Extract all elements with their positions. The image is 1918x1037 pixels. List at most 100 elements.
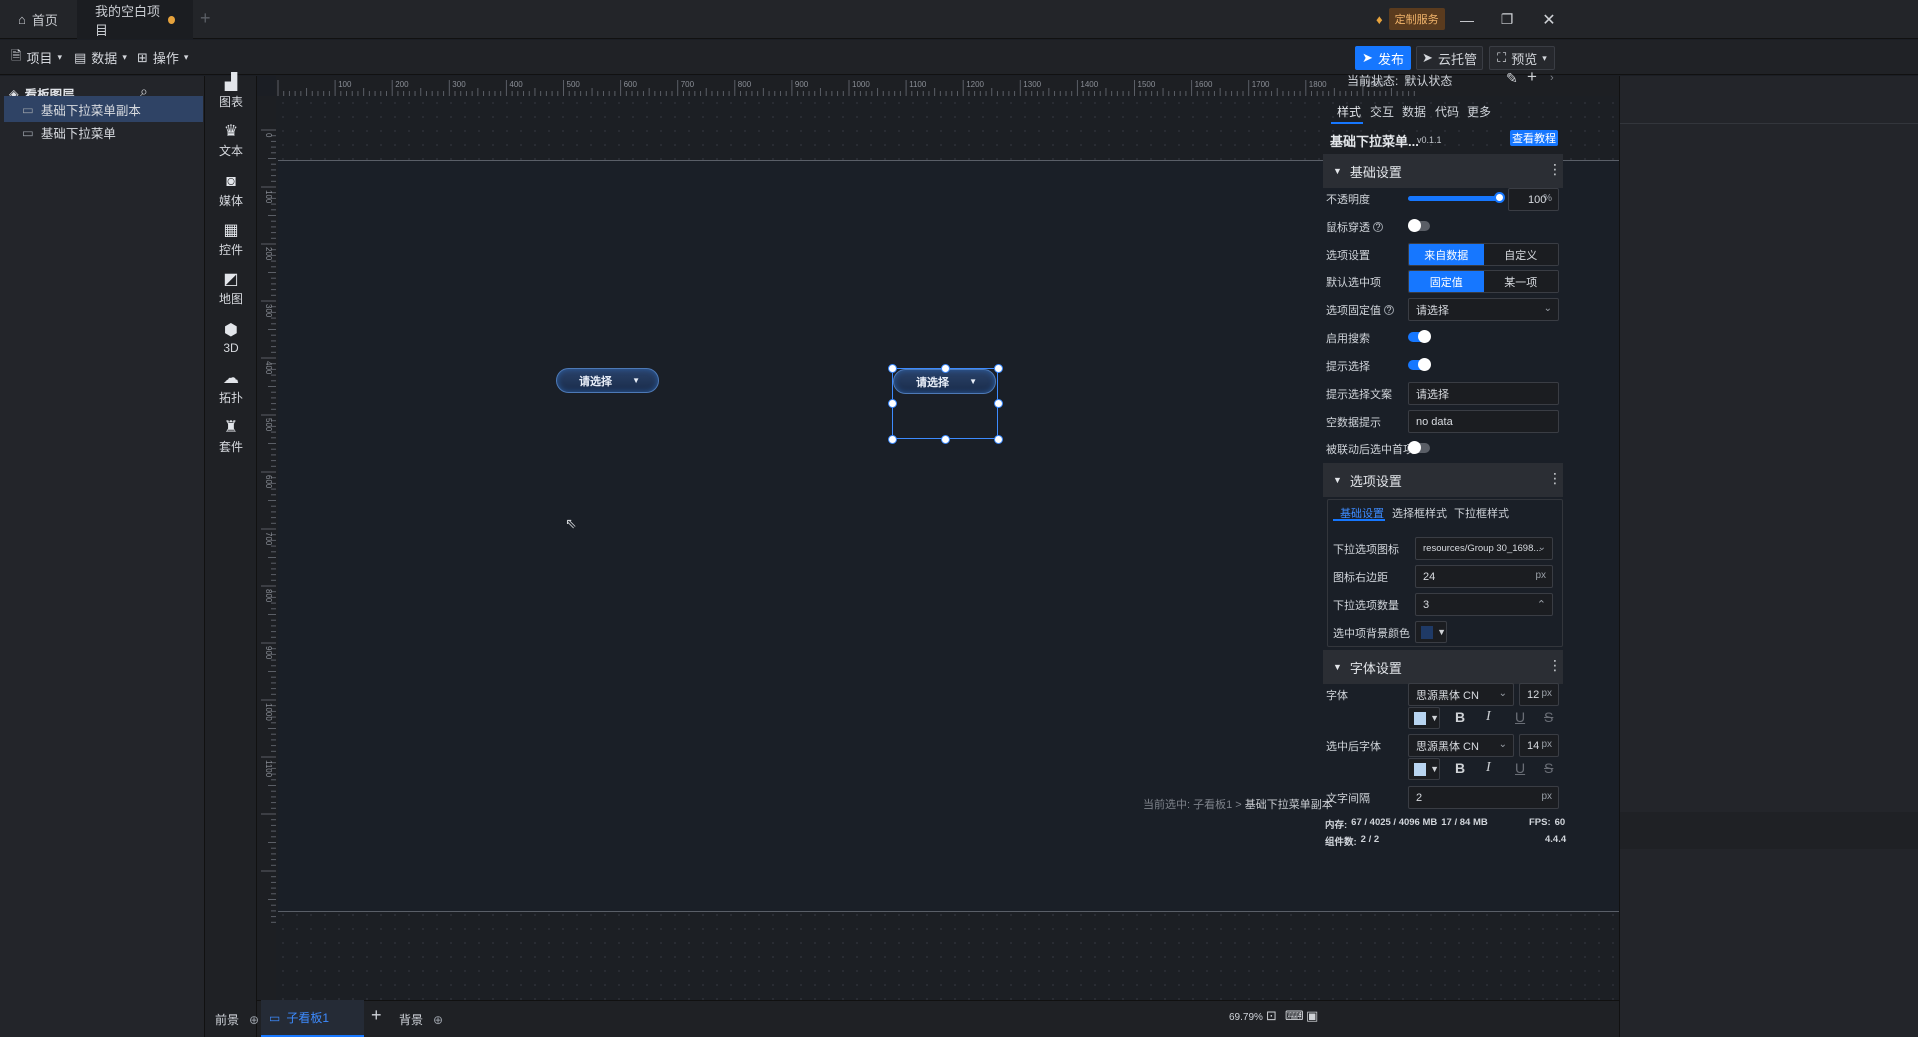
selected-font-family-select[interactable]: 思源黑体 CN ⌄ (1408, 734, 1514, 757)
tab-more[interactable]: 更多 (1467, 103, 1491, 120)
help-icon[interactable]: ? (1373, 222, 1383, 232)
opacity-slider-track[interactable] (1408, 192, 1505, 203)
bold-button[interactable]: B (1455, 760, 1465, 776)
default-fixed[interactable]: 固定值 (1409, 271, 1484, 292)
resize-handle[interactable] (994, 399, 1003, 408)
more-vertical-icon[interactable]: ⋮ (1548, 657, 1562, 674)
chevron-up-icon[interactable]: ⌃ (1537, 598, 1546, 611)
default-some[interactable]: 某一项 (1483, 271, 1558, 292)
ruler-label: 400 (509, 80, 523, 89)
italic-button[interactable]: I (1486, 709, 1491, 725)
opacity-slider-knob[interactable] (1494, 192, 1505, 203)
option-from-data[interactable]: 来自数据 (1409, 244, 1484, 265)
layer-item[interactable]: ▭ 基础下拉菜单 (4, 119, 203, 145)
font-color-picker[interactable]: ▼ (1408, 707, 1440, 729)
resize-handle[interactable] (941, 364, 950, 373)
tab-data[interactable]: 数据 (1402, 103, 1426, 120)
add-board-plus-icon[interactable]: + (371, 1005, 382, 1026)
new-tab-plus-icon[interactable]: + (200, 8, 211, 29)
terminal-icon[interactable]: ▣ (1306, 1008, 1318, 1024)
menu-data[interactable]: ▤ 数据 ▾ (74, 40, 127, 75)
tab-project[interactable]: 我的空白项目 (77, 0, 193, 39)
empty-data-input[interactable]: no data (1408, 410, 1559, 433)
breadcrumb-item[interactable]: 基础下拉菜单副本 (1245, 799, 1333, 811)
cloud-hosting-button[interactable]: ➤ 云托管 (1416, 46, 1483, 70)
hint-select-toggle[interactable] (1408, 358, 1431, 371)
tool-map[interactable]: ◩ 地图 (205, 266, 257, 312)
font-size-input[interactable]: 12 px (1519, 683, 1559, 706)
selected-font-color-picker[interactable]: ▼ (1408, 758, 1440, 780)
more-vertical-icon[interactable]: ⋮ (1548, 470, 1562, 487)
subtab-dropdown-style[interactable]: 下拉框样式 (1454, 505, 1509, 521)
tab-interaction[interactable]: 交互 (1370, 103, 1394, 120)
sub-board-tab[interactable]: ▭ 子看板1 (261, 1000, 364, 1037)
hint-text-input[interactable]: 请选择 (1408, 382, 1559, 405)
zoom-level[interactable]: 69.79% (1229, 1012, 1263, 1023)
strikethrough-button[interactable]: S (1544, 760, 1553, 776)
icon-margin-input[interactable]: 24 px (1415, 565, 1553, 588)
subtab-select-style[interactable]: 选择框样式 (1392, 505, 1447, 521)
preview-button[interactable]: ⛶ 预览 ▾ (1489, 46, 1555, 70)
view-tutorial-button[interactable]: 查看教程 (1510, 130, 1558, 146)
background-tab[interactable]: 背景 ⊕ (399, 1011, 443, 1028)
state-value[interactable]: 默认状态 (1404, 72, 1452, 89)
publish-button[interactable]: ➤ 发布 (1355, 46, 1411, 70)
underline-button[interactable]: U (1515, 760, 1525, 776)
chevron-right-icon[interactable]: › (1550, 72, 1554, 84)
tab-home[interactable]: ⌂ 首页 (0, 0, 77, 39)
resize-handle[interactable] (994, 435, 1003, 444)
keyboard-icon[interactable]: ⌨ (1285, 1008, 1304, 1024)
menu-project[interactable]: 🗎 项目 ▾ (11, 40, 62, 75)
tool-control[interactable]: ▦ 控件 (205, 217, 257, 263)
tab-style[interactable]: 样式 (1337, 103, 1361, 120)
option-count-stepper[interactable]: 3 ⌃ (1415, 593, 1553, 616)
linked-select-toggle[interactable] (1408, 441, 1430, 454)
enable-search-toggle[interactable] (1408, 330, 1431, 343)
resize-handle[interactable] (888, 399, 897, 408)
more-vertical-icon[interactable]: ⋮ (1548, 161, 1562, 178)
add-state-plus-icon[interactable]: + (1527, 67, 1537, 87)
ruler-label: 600 (624, 80, 638, 89)
tool-topology[interactable]: ☁ 拓扑 (205, 365, 257, 411)
breadcrumb-board[interactable]: 子看板1 (1193, 799, 1232, 811)
tool-chart[interactable]: ▟ 图表 (205, 69, 257, 115)
file-icon: 🗎 (11, 47, 22, 63)
section-font-header[interactable]: ▼ 字体设置 (1323, 650, 1563, 684)
custom-service-button[interactable]: ♦ 定制服务 (1376, 8, 1445, 30)
option-source-segment[interactable]: 来自数据 自定义 (1408, 243, 1559, 266)
edit-icon[interactable]: ✎ (1506, 70, 1518, 87)
mouse-through-toggle[interactable] (1408, 219, 1430, 232)
resize-handle[interactable] (888, 435, 897, 444)
font-family-select[interactable]: 思源黑体 CN ⌄ (1408, 683, 1514, 706)
underline-button[interactable]: U (1515, 709, 1525, 725)
strikethrough-button[interactable]: S (1544, 709, 1553, 725)
add-circle-icon[interactable]: ⊕ (433, 1013, 443, 1027)
selected-font-size-input[interactable]: 14 px (1519, 734, 1559, 757)
opacity-input[interactable]: 100 % (1508, 188, 1559, 211)
help-icon[interactable]: ? (1384, 305, 1394, 315)
section-options-header[interactable]: ▼ 选项设置 (1323, 463, 1563, 497)
tool-text[interactable]: ♛ 文本 (205, 118, 257, 164)
section-basic-header[interactable]: ▼ 基础设置 (1323, 154, 1563, 188)
tool-kit[interactable]: ♜ 套件 (205, 414, 257, 460)
resize-handle[interactable] (994, 364, 1003, 373)
letter-spacing-input[interactable]: 2 px (1408, 786, 1559, 809)
default-selected-segment[interactable]: 固定值 某一项 (1408, 270, 1559, 293)
bold-button[interactable]: B (1455, 709, 1465, 725)
add-circle-icon[interactable]: ⊕ (249, 1013, 259, 1027)
selected-bg-color-picker[interactable]: ▼ (1415, 621, 1447, 643)
dropdown-component[interactable]: 请选择 ▼ (556, 368, 659, 393)
fit-screen-icon[interactable]: ⊡ (1266, 1008, 1277, 1024)
resize-handle[interactable] (941, 435, 950, 444)
menu-operate[interactable]: ⊞ 操作 ▾ (137, 40, 188, 75)
resize-handle[interactable] (888, 364, 897, 373)
close-icon[interactable]: ✕ (1524, 0, 1574, 39)
dropdown-icon-select[interactable]: resources/Group 30_1698... ⌄ (1415, 537, 1553, 560)
foreground-tab[interactable]: 前景 ⊕ (215, 1011, 259, 1028)
fixed-value-select[interactable]: 请选择 ⌄ (1408, 298, 1559, 321)
italic-button[interactable]: I (1486, 760, 1491, 776)
tab-code[interactable]: 代码 (1435, 103, 1459, 120)
tool-media[interactable]: ◙ 媒体 (205, 168, 257, 214)
option-custom[interactable]: 自定义 (1483, 244, 1558, 265)
tool-3d[interactable]: ⬢ 3D (205, 316, 257, 362)
